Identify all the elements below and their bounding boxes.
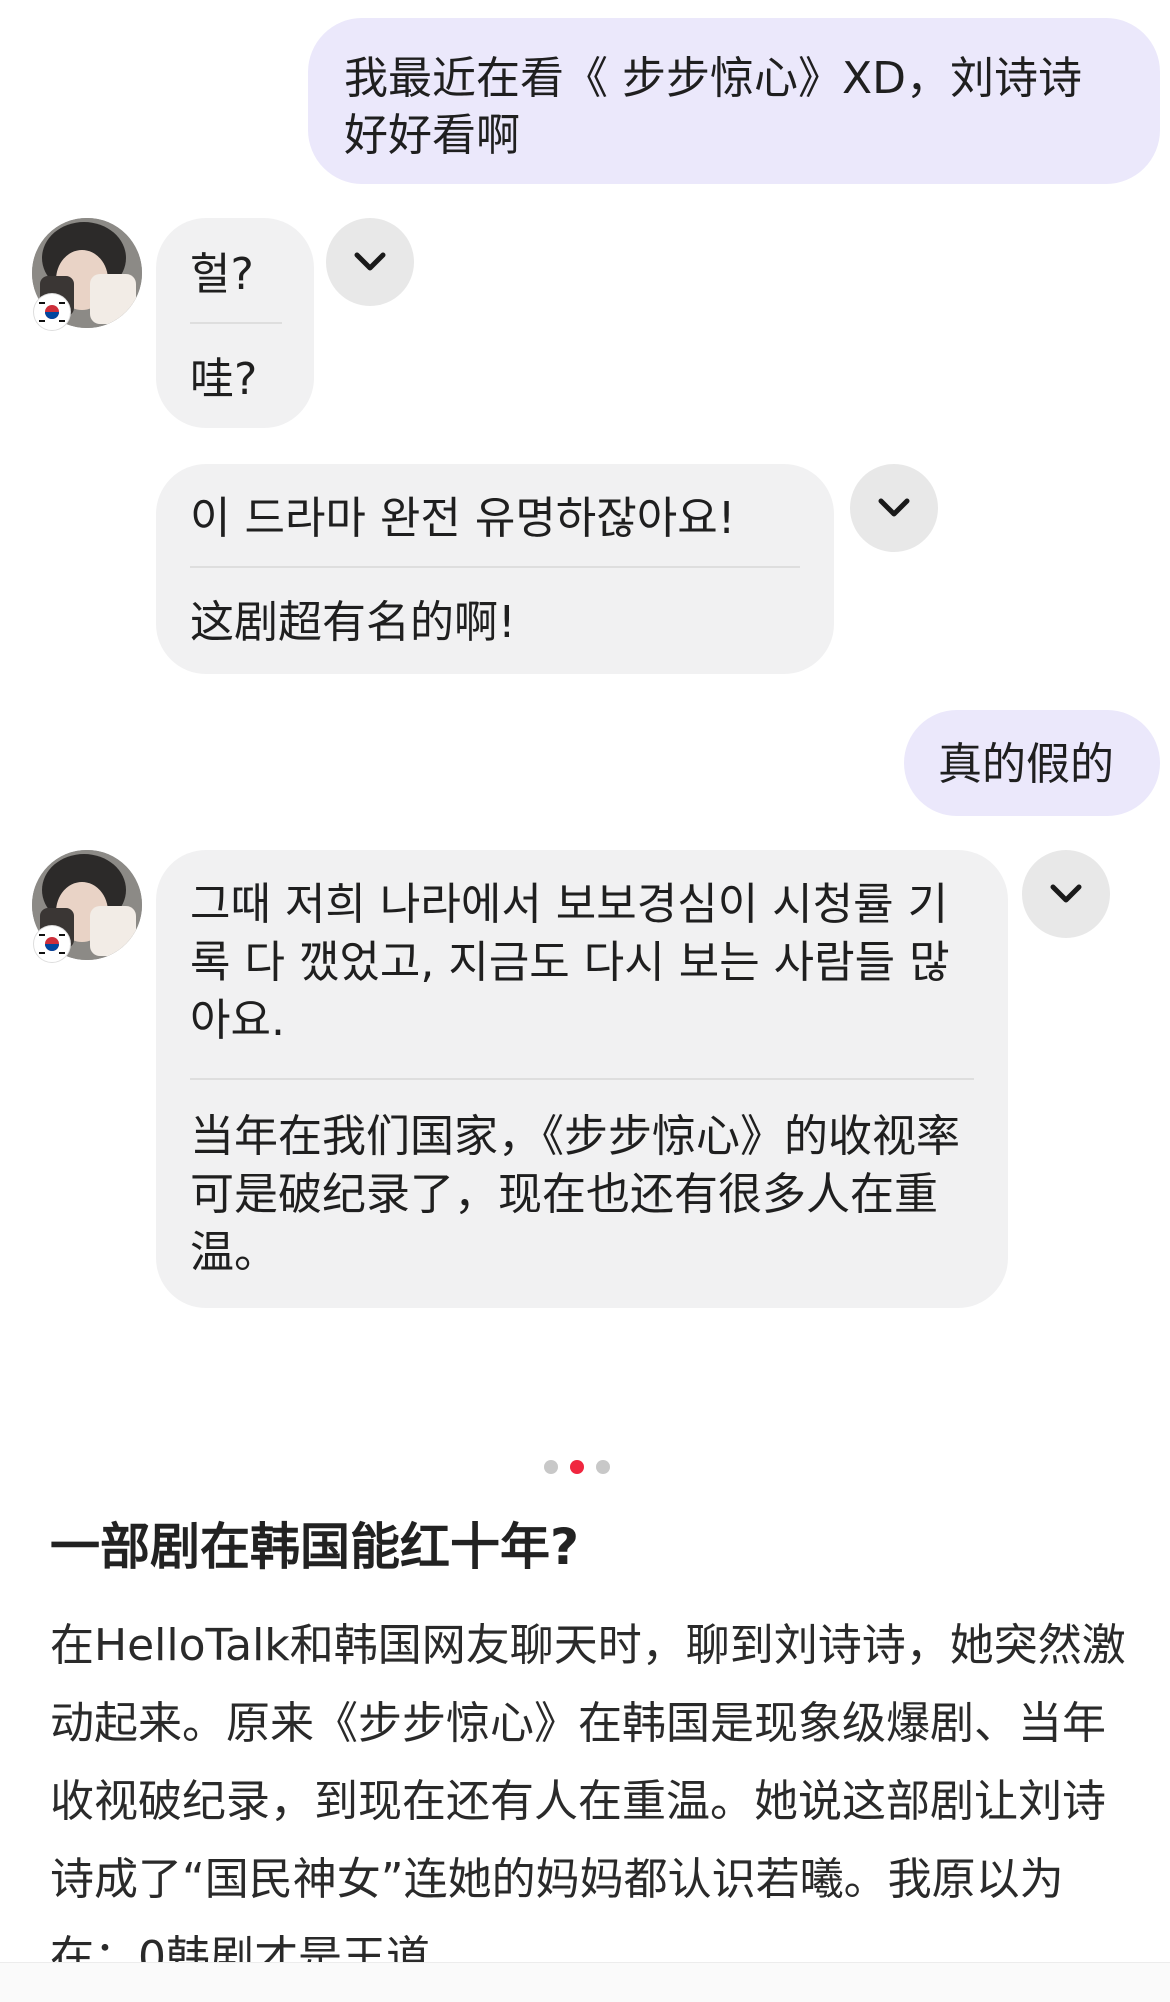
expand-button[interactable] — [850, 464, 938, 552]
korea-flag-icon — [34, 926, 70, 962]
message-bubble-self[interactable]: 我最近在看《 步步惊心》XD，刘诗诗好好看啊 — [308, 18, 1160, 184]
article-body: 在HelloTalk和韩国网友聊天时，聊到刘诗诗，她突然激动起来。原来《步步惊心… — [50, 1620, 1126, 1983]
translation-divider — [190, 322, 282, 324]
article-title: 一部剧在韩国能红十年? — [50, 1518, 580, 1576]
message-translation: 当年在我们国家，《步步惊心》的收视率可是破纪录了，现在也还有很多人在重温。 — [190, 1111, 960, 1278]
message-bubble-peer[interactable]: 이 드라마 완전 유명하잖아요! 这剧超有名的啊! — [156, 464, 834, 674]
chevron-down-icon — [1050, 884, 1082, 903]
carousel-indicator[interactable] — [544, 1460, 610, 1474]
translation-divider — [190, 1078, 974, 1080]
message-original: 헐? — [190, 249, 254, 300]
message-bubble-self[interactable]: 真的假的 — [904, 710, 1160, 816]
expand-button[interactable] — [1022, 850, 1110, 938]
expand-button[interactable] — [326, 218, 414, 306]
message-translation: 这剧超有名的啊! — [190, 597, 516, 648]
message-text: 我最近在看《 步步惊心》XD，刘诗诗好好看啊 — [344, 53, 1083, 161]
message-bubble-peer[interactable]: 헐? 哇? — [156, 218, 314, 428]
bottom-bar — [0, 1962, 1170, 2002]
carousel-dot[interactable] — [596, 1460, 610, 1474]
korea-flag-icon — [34, 294, 70, 330]
chevron-down-icon — [354, 252, 386, 271]
carousel-dot-active[interactable] — [570, 1460, 584, 1474]
chevron-down-icon — [878, 498, 910, 517]
carousel-dot[interactable] — [544, 1460, 558, 1474]
message-original: 그때 저희 나라에서 보보경심이 시청률 기록 다 깼었고, 지금도 다시 보는… — [190, 879, 950, 1046]
message-bubble-peer[interactable]: 그때 저희 나라에서 보보경심이 시청률 기록 다 깼었고, 지금도 다시 보는… — [156, 850, 1008, 1308]
message-text: 真的假的 — [938, 739, 1114, 790]
message-translation: 哇? — [190, 354, 258, 405]
translation-divider — [190, 566, 800, 568]
message-original: 이 드라마 완전 유명하잖아요! — [190, 493, 736, 544]
